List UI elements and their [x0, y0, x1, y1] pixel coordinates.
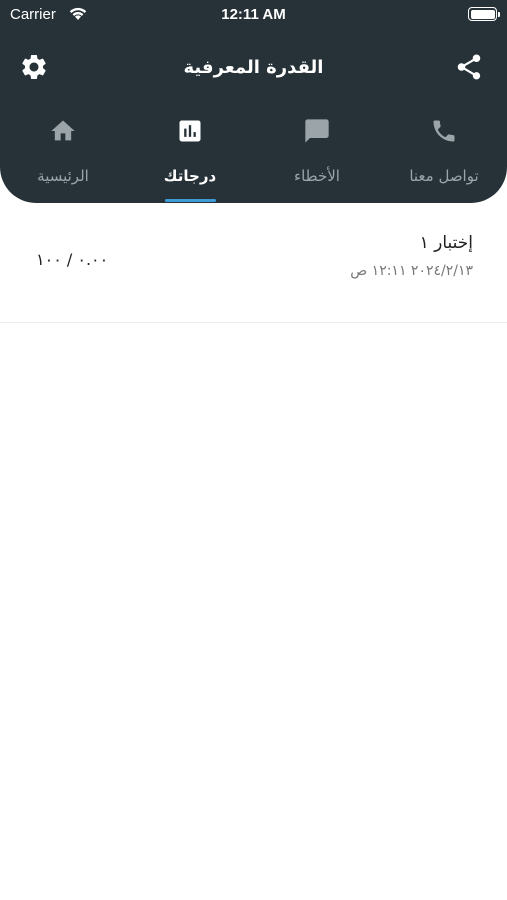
tab-home[interactable]: الرئيسية [0, 112, 126, 202]
tab-errors[interactable]: الأخطاء [254, 112, 380, 202]
chat-icon [254, 117, 380, 147]
active-tab-indicator [165, 199, 216, 202]
share-button[interactable] [454, 52, 484, 82]
tab-scores-label: درجاتك [163, 167, 217, 185]
home-icon [0, 117, 126, 147]
exam-score: ٠.٠٠ / ١٠٠ [36, 250, 109, 269]
tab-contact-label: تواصل معنا [409, 167, 479, 185]
status-time: 12:11 AM [221, 6, 286, 23]
settings-button[interactable] [19, 52, 49, 82]
gear-icon [22, 54, 46, 79]
exam-date: ٢٠٢٤/٢/١٣ ١٢:١١ ص [350, 263, 473, 279]
phone-icon [381, 117, 507, 147]
share-icon [457, 54, 481, 80]
list-item[interactable]: إختبار ١ ٢٠٢٤/٢/١٣ ١٢:١١ ص ٠.٠٠ / ١٠٠ [0, 203, 507, 323]
exam-name: إختبار ١ [419, 233, 473, 253]
status-bar: Carrier 12:11 AM [0, 0, 507, 32]
page-title: القدرة المعرفية [183, 57, 324, 78]
tab-home-label: الرئيسية [37, 167, 89, 185]
bar-chart-icon [127, 117, 253, 147]
tab-errors-label: الأخطاء [294, 167, 340, 185]
tab-contact[interactable]: تواصل معنا [381, 112, 507, 202]
battery-icon [468, 7, 500, 21]
tab-scores[interactable]: درجاتك [127, 112, 253, 202]
app-header: Carrier 12:11 AM القدرة المعرفية الرئيسي… [0, 0, 507, 203]
